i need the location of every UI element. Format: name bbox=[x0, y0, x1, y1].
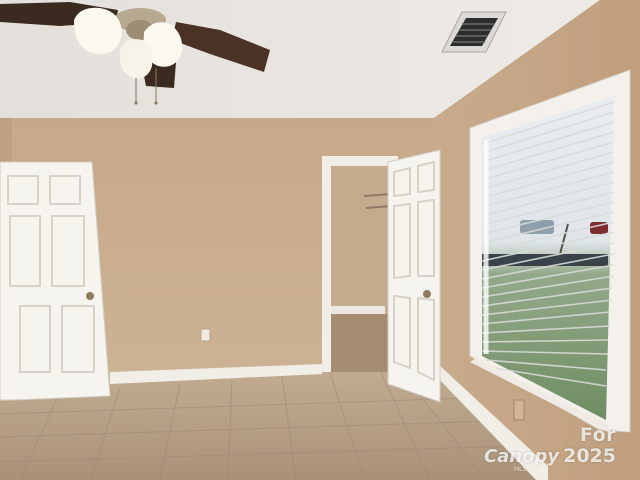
watermark-year: 2025 bbox=[563, 445, 616, 467]
room-illustration bbox=[0, 0, 640, 480]
closet bbox=[322, 156, 398, 372]
doorknob-icon[interactable] bbox=[86, 292, 94, 300]
mls-watermark: For Canopy 2025 MLS bbox=[484, 424, 616, 473]
doorknob-icon[interactable] bbox=[423, 290, 431, 298]
watermark-for: For bbox=[579, 424, 616, 446]
left-door[interactable] bbox=[0, 161, 111, 401]
bedroom-photo: For Canopy 2025 MLS bbox=[0, 0, 640, 480]
watermark-brand: Canopy bbox=[483, 446, 560, 467]
wall-outlet-right bbox=[513, 399, 525, 421]
wall-outlet bbox=[200, 328, 211, 342]
watermark-mls: MLS bbox=[513, 466, 527, 473]
fence bbox=[482, 254, 608, 266]
watermark-line: Canopy 2025 bbox=[484, 447, 616, 466]
closet-door[interactable] bbox=[387, 149, 441, 403]
